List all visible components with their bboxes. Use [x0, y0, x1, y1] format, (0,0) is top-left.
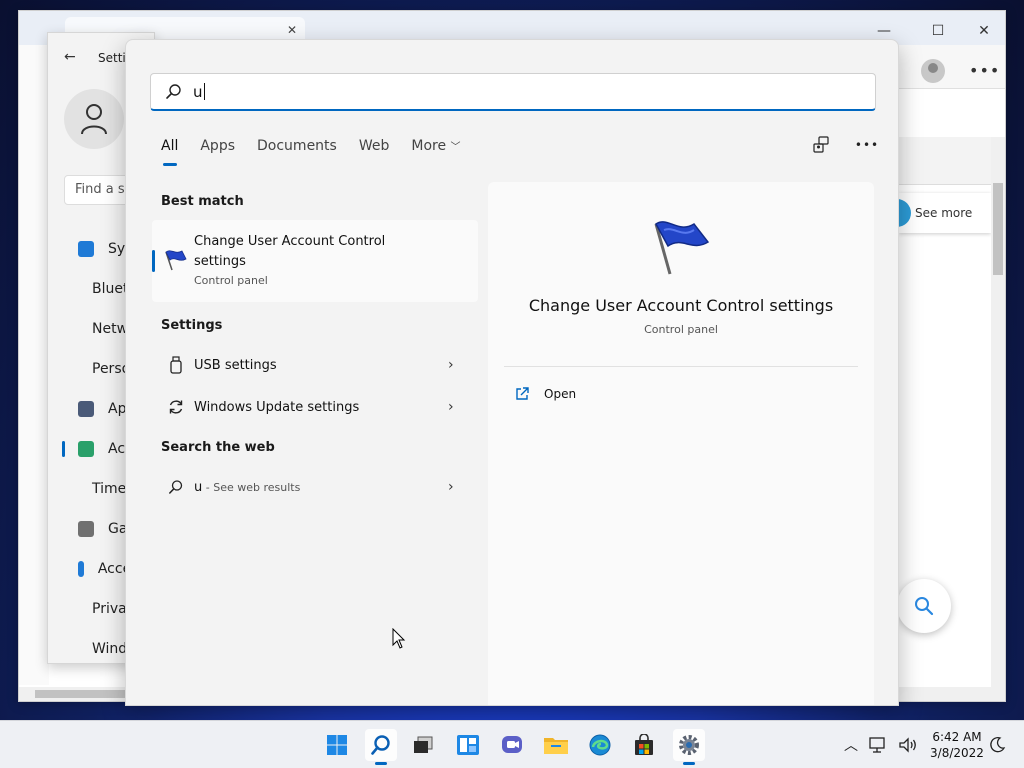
result-label: USB settings: [194, 357, 277, 373]
chat-button[interactable]: [496, 729, 528, 761]
web-suffix: - See web results: [202, 480, 301, 494]
best-match-result[interactable]: Change User Account Control settings Con…: [152, 220, 478, 302]
tab-close-icon[interactable]: ✕: [287, 23, 297, 37]
search-flyout: u All Apps Documents Web More ﹀ ••• Best…: [125, 39, 899, 706]
back-arrow-icon[interactable]: ←: [64, 49, 76, 65]
content-card: [899, 137, 991, 185]
close-button[interactable]: ✕: [961, 17, 1007, 45]
search-web-heading: Search the web: [161, 440, 275, 455]
horizontal-scroll-thumb[interactable]: [35, 690, 127, 698]
web-search-result[interactable]: u - See web results ›: [152, 466, 480, 508]
account-switch-icon: [813, 136, 829, 153]
preview-title: Change User Account Control settings: [528, 296, 834, 315]
uac-flag-icon: [165, 250, 187, 271]
edge-button[interactable]: [584, 729, 616, 761]
search-icon: [166, 477, 186, 497]
maximize-button[interactable]: ☐: [915, 17, 961, 45]
file-explorer-button[interactable]: [540, 729, 572, 761]
chevron-down-icon: ﹀: [450, 142, 461, 153]
search-tools: •••: [810, 134, 878, 156]
open-external-icon: [516, 387, 529, 400]
nav-icon: [78, 241, 94, 257]
uac-flag-icon: [654, 221, 710, 275]
chevron-right-icon: ›: [448, 399, 454, 415]
search-tabs: All Apps Documents Web More ﹀: [161, 138, 461, 166]
gear-icon: [679, 735, 699, 755]
tab-more[interactable]: More ﹀: [411, 138, 460, 164]
more-options-button[interactable]: •••: [854, 134, 880, 156]
open-label: Open: [544, 387, 577, 401]
start-button[interactable]: [321, 729, 353, 761]
taskbar: ︿ 6:42 AM 3/8/2022: [0, 720, 1024, 768]
tab-apps[interactable]: Apps: [200, 138, 235, 164]
user-avatar[interactable]: [64, 89, 124, 149]
system-tray: ︿: [844, 721, 918, 768]
tab-all[interactable]: All: [161, 138, 178, 166]
usb-icon: [166, 355, 186, 375]
chevron-right-icon: ›: [448, 357, 454, 373]
web-query: u: [194, 479, 203, 495]
search-query: u: [193, 82, 203, 101]
nav-icon: [78, 521, 94, 537]
ellipsis-icon: •••: [854, 138, 880, 152]
tab-documents[interactable]: Documents: [257, 138, 337, 164]
person-icon: [81, 104, 107, 135]
preview-subtitle: Control panel: [644, 323, 718, 336]
taskbar-search-button[interactable]: [365, 729, 397, 765]
store-icon: [635, 734, 653, 755]
focus-moon-icon[interactable]: [988, 736, 1006, 754]
open-action[interactable]: Open: [514, 386, 576, 402]
search-fab-button[interactable]: [897, 579, 951, 633]
folder-icon: [544, 738, 568, 754]
chevron-right-icon: ›: [448, 479, 454, 495]
volume-icon[interactable]: [898, 736, 918, 754]
account-switch-button[interactable]: [810, 134, 832, 156]
clock-time: 6:42 AM: [932, 730, 982, 744]
best-match-heading: Best match: [161, 194, 244, 209]
refresh-icon: [166, 397, 186, 417]
taskbar-clock[interactable]: 6:42 AM 3/8/2022: [926, 729, 988, 761]
widgets-icon: [457, 735, 479, 755]
preview-pane: Change User Account Control settings Con…: [488, 182, 874, 705]
search-icon: [166, 83, 181, 99]
best-match-subtitle: Control panel: [194, 274, 268, 287]
result-usb-settings[interactable]: USB settings ›: [152, 344, 480, 386]
nav-icon: [78, 441, 94, 457]
nav-icon: [78, 561, 84, 577]
browser-sidebar: [19, 45, 49, 685]
best-match-title: Change User Account Control settings: [194, 234, 386, 269]
text-caret: [203, 82, 205, 100]
profile-avatar[interactable]: [921, 59, 945, 83]
see-more-button[interactable]: See more: [891, 193, 991, 233]
chevron-up-icon[interactable]: ︿: [844, 735, 858, 755]
store-button[interactable]: [628, 729, 660, 761]
result-windows-update-settings[interactable]: Windows Update settings ›: [152, 386, 480, 428]
tab-more-label: More: [411, 138, 447, 154]
tab-web[interactable]: Web: [359, 138, 390, 164]
windows-logo-icon: [327, 735, 347, 755]
browser-menu-button[interactable]: •••: [969, 61, 1000, 80]
settings-app-button[interactable]: [673, 729, 705, 765]
clock-date: 3/8/2022: [930, 746, 984, 760]
network-icon[interactable]: [868, 736, 888, 754]
nav-icon: [78, 401, 94, 417]
result-label: Windows Update settings: [194, 399, 360, 415]
search-box[interactable]: u: [150, 73, 876, 111]
task-view-button[interactable]: [407, 729, 439, 761]
chat-icon: [502, 736, 522, 753]
task-view-icon: [414, 736, 433, 753]
divider: [504, 366, 858, 367]
see-more-label: See more: [915, 206, 973, 220]
widgets-button[interactable]: [452, 729, 484, 761]
edge-icon: [589, 734, 611, 756]
vertical-scroll-thumb[interactable]: [993, 183, 1003, 275]
settings-heading: Settings: [161, 318, 223, 333]
search-icon: [371, 735, 390, 755]
results-list: Best match Change User Account Control s…: [152, 190, 480, 508]
search-icon: [915, 597, 934, 616]
mouse-cursor: [392, 628, 406, 649]
